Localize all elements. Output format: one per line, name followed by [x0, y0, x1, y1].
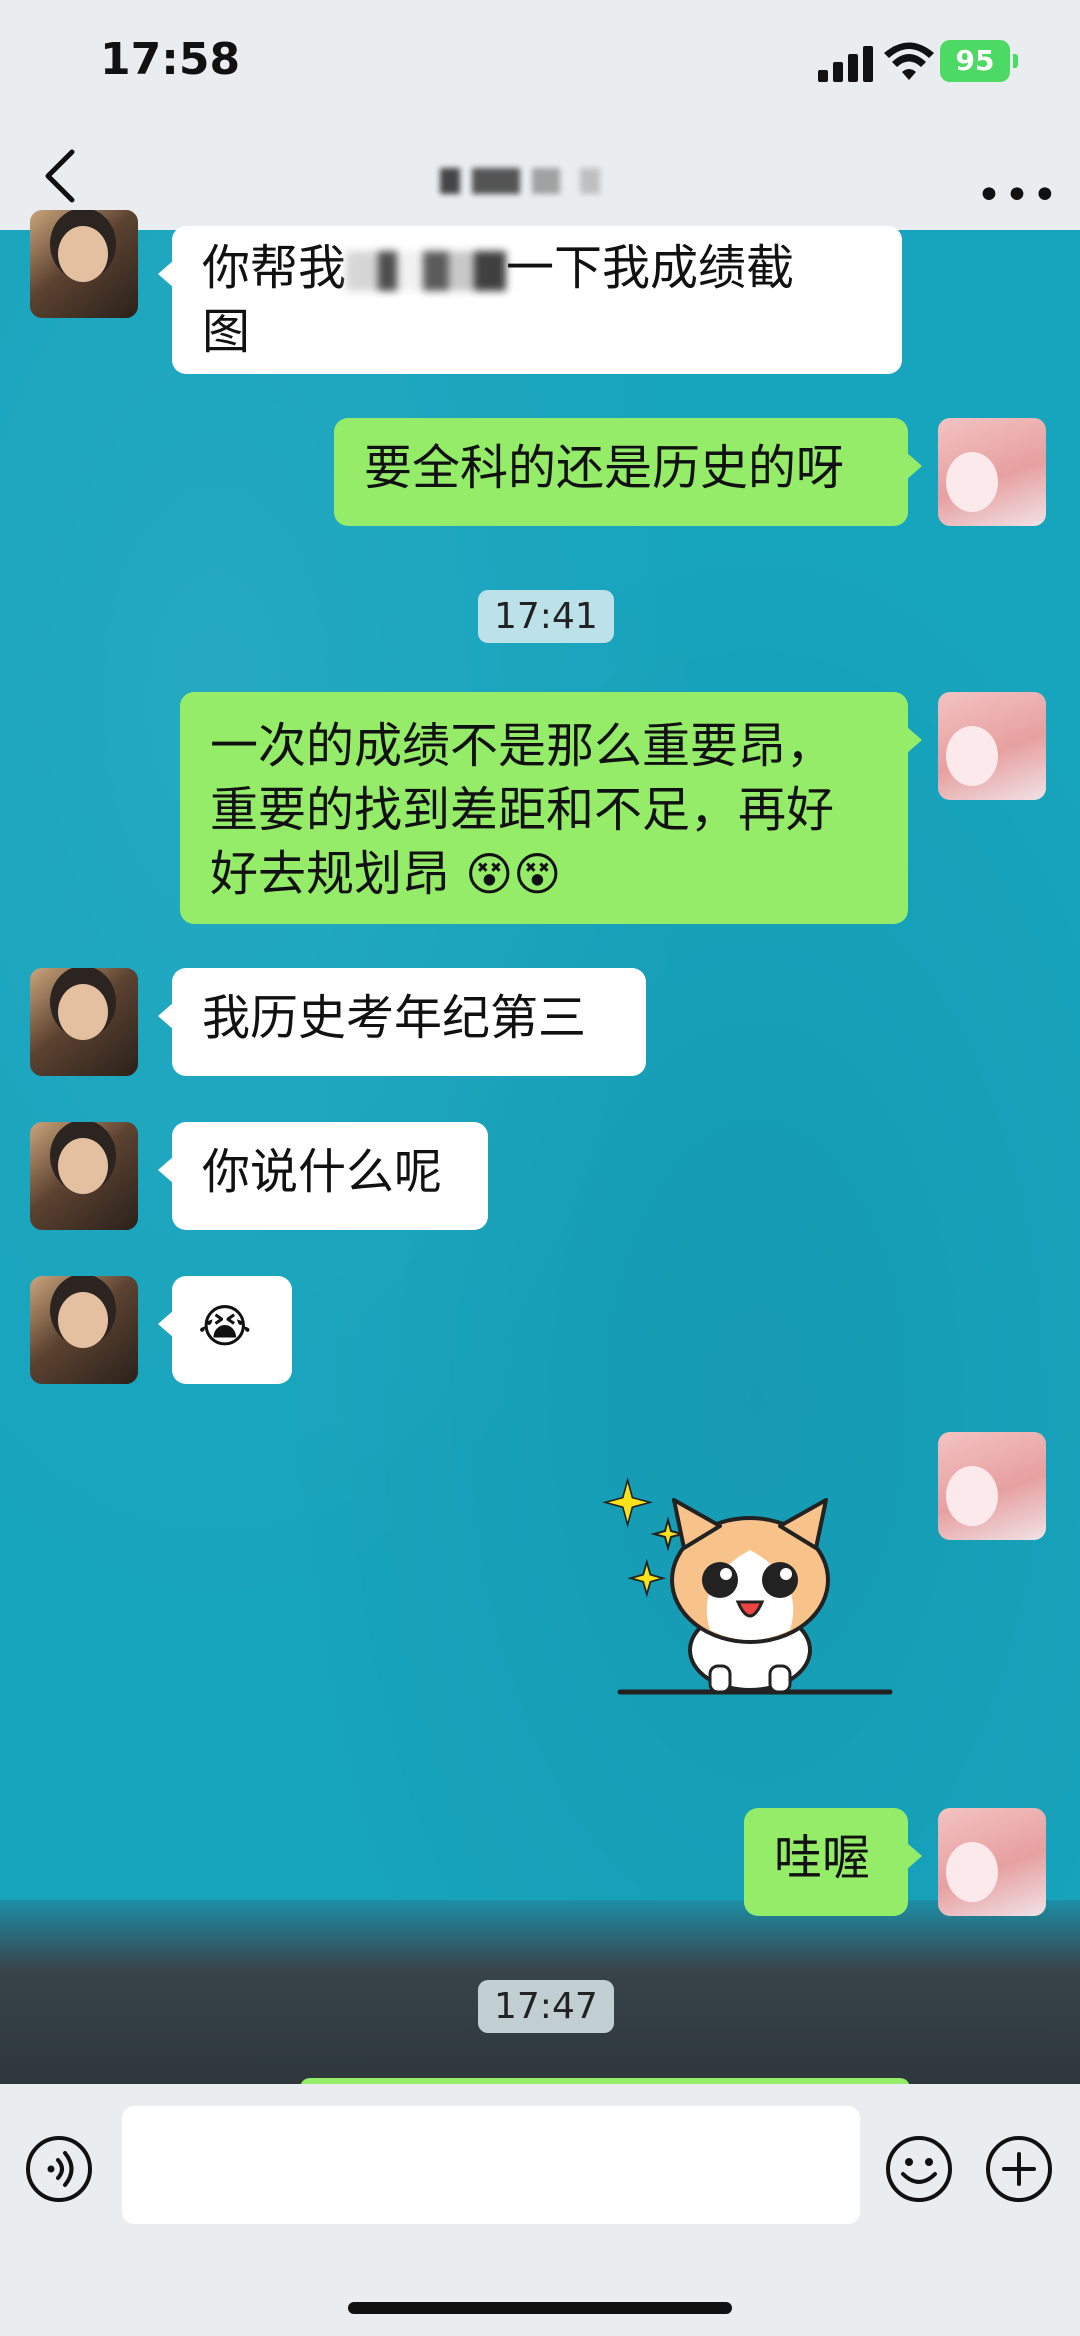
- message-bubble-sent[interactable]: 要全科的还是历史的呀: [334, 418, 922, 526]
- home-indicator[interactable]: [348, 2302, 732, 2314]
- input-bar: [0, 2084, 1080, 2336]
- redacted-text: [346, 251, 507, 291]
- plus-icon[interactable]: [984, 2134, 1054, 2204]
- chat-header: •••: [0, 120, 1080, 230]
- friend-avatar[interactable]: [30, 968, 138, 1076]
- message-text: 图: [202, 304, 251, 360]
- cat-sticker[interactable]: [600, 1470, 900, 1730]
- message-bubble-received[interactable]: 😭: [158, 1276, 292, 1384]
- message-text: 你说什么呢: [202, 1144, 443, 1200]
- dizzy-face-emoji: 😵: [513, 847, 562, 901]
- message-bubble-received[interactable]: 你帮我 一下我成绩截 图: [158, 226, 902, 374]
- friend-avatar[interactable]: [30, 1276, 138, 1384]
- timestamp: 17:47: [478, 1980, 614, 2033]
- status-time: 17:58: [100, 34, 241, 85]
- my-avatar[interactable]: [938, 1808, 1046, 1916]
- message-text: 一下我成绩截: [506, 240, 795, 296]
- message-bubble-sent[interactable]: 一次的成绩不是那么重要昂， 重要的找到差距和不足，再好 好去规划昂 😵😵: [180, 692, 922, 924]
- message-text: 要全科的还是历史的呀: [364, 440, 845, 496]
- voice-icon[interactable]: [24, 2134, 94, 2204]
- message-bubble-sent[interactable]: 哇喔: [744, 1808, 922, 1916]
- message-text: 你帮我: [202, 240, 347, 296]
- dizzy-face-emoji: 😵: [465, 847, 514, 901]
- signal-icon: [818, 46, 873, 82]
- battery-indicator: 95: [940, 40, 1018, 82]
- my-avatar[interactable]: [938, 1432, 1046, 1540]
- chat-title-redacted: [440, 168, 640, 194]
- wifi-icon: [884, 42, 934, 80]
- message-text: 哇喔: [774, 1830, 871, 1886]
- timestamp: 17:41: [478, 590, 614, 643]
- message-text: 一次的成绩不是那么重要昂，: [210, 718, 835, 774]
- message-text: 好去规划昂: [210, 846, 451, 902]
- message-bubble-received[interactable]: 你说什么呢: [158, 1122, 488, 1230]
- my-avatar[interactable]: [938, 418, 1046, 526]
- friend-avatar[interactable]: [30, 210, 138, 318]
- emoji-icon[interactable]: [884, 2134, 954, 2204]
- chevron-left-icon[interactable]: [40, 146, 80, 206]
- message-input[interactable]: [122, 2106, 860, 2224]
- friend-avatar[interactable]: [30, 1122, 138, 1230]
- more-icon[interactable]: •••: [976, 170, 1060, 221]
- message-bubble-received[interactable]: 我历史考年纪第三: [158, 968, 646, 1076]
- my-avatar[interactable]: [938, 692, 1046, 800]
- crying-face-emoji: 😭: [198, 1299, 252, 1353]
- message-text: 重要的找到差距和不足，再好: [210, 782, 835, 838]
- status-bar: 17:58 95: [0, 0, 1080, 120]
- message-text: 我历史考年纪第三: [202, 990, 587, 1046]
